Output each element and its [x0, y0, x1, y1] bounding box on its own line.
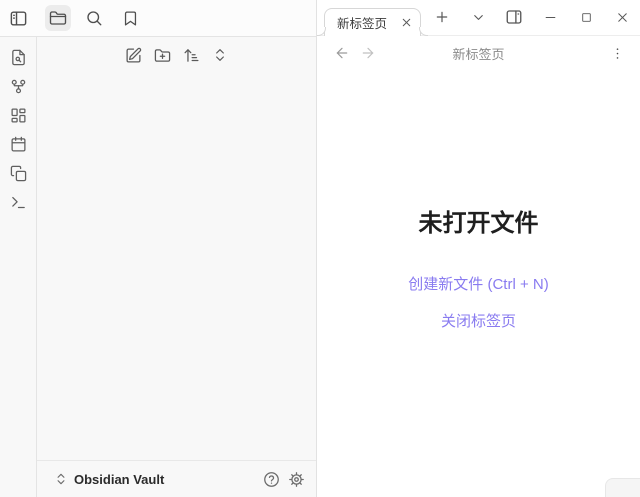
chevrons-up-down-icon [216, 49, 224, 61]
navigate-forward-button[interactable] [357, 41, 379, 65]
create-new-file-link[interactable]: 创建新文件 (Ctrl + N) [408, 273, 548, 294]
new-note-button[interactable] [121, 44, 145, 66]
tab-file-explorer[interactable] [45, 5, 71, 31]
layout-dashboard-icon [10, 107, 26, 123]
tab-search[interactable] [81, 5, 107, 31]
tab-bookmarks[interactable] [117, 5, 143, 31]
tabbar-actions [431, 0, 633, 35]
view-title: 新标签页 [452, 46, 505, 62]
status-bar [605, 478, 640, 497]
ribbon [0, 37, 37, 497]
close-icon [617, 12, 627, 22]
copy-icon [10, 165, 26, 181]
tab-title: 新标签页 [337, 17, 388, 31]
collapse-all-button[interactable] [208, 44, 232, 66]
more-options-button[interactable] [606, 41, 628, 65]
file-search-icon [11, 49, 25, 65]
empty-state-heading: 未打开文件 [418, 210, 539, 237]
tab-new-tab[interactable]: 新标签页 [317, 8, 428, 36]
folder-icon [49, 11, 67, 25]
square-pen-icon [125, 47, 141, 63]
close-tab-link[interactable]: 关闭标签页 [441, 310, 516, 331]
vault-switcher-row[interactable]: Obsidian Vault [37, 460, 316, 497]
minimize-icon [545, 16, 555, 18]
new-tab-button[interactable] [431, 5, 453, 29]
tab-list-button[interactable] [467, 5, 489, 29]
window-maximize-button[interactable] [575, 5, 597, 29]
quick-switcher-button[interactable] [6, 48, 30, 66]
chevrons-up-down-icon [57, 473, 65, 485]
file-explorer-pane: Obsidian Vault [37, 37, 316, 497]
arrow-left-icon [336, 47, 348, 59]
toggle-right-sidebar-button[interactable] [503, 5, 525, 29]
help-button[interactable] [261, 469, 281, 489]
sidebar-header [37, 0, 316, 37]
templates-button[interactable] [6, 164, 30, 182]
navigate-back-button[interactable] [331, 41, 353, 65]
vault-name[interactable]: Obsidian Vault [74, 472, 164, 487]
arrow-right-icon [362, 47, 374, 59]
left-panel: Obsidian Vault [0, 0, 317, 497]
window-close-button[interactable] [611, 5, 633, 29]
search-icon [87, 11, 102, 26]
tab-close-button[interactable] [400, 16, 413, 29]
file-explorer-toolbar [37, 37, 316, 66]
file-list-empty-area[interactable] [37, 66, 316, 460]
bookmark-icon [124, 10, 136, 26]
maximize-icon [581, 12, 591, 22]
graph-view-button[interactable] [6, 77, 30, 95]
close-icon [402, 18, 411, 27]
chevron-down-icon [473, 14, 483, 20]
window-minimize-button[interactable] [539, 5, 561, 29]
folder-plus-icon [154, 48, 170, 62]
daily-note-button[interactable] [6, 135, 30, 153]
plus-icon [436, 11, 448, 23]
terminal-icon [11, 196, 25, 208]
tab-bar: 新标签页 [317, 0, 640, 36]
graph-icon [11, 79, 25, 93]
help-circle-icon [263, 471, 279, 487]
panel-right-icon [506, 10, 522, 24]
view-header: 新标签页 [317, 36, 640, 70]
panel-left-icon [10, 10, 27, 26]
sort-ascending-icon [183, 48, 199, 62]
sort-order-button[interactable] [179, 44, 203, 66]
calendar-icon [10, 136, 26, 152]
main-pane: 新标签页 新标签页 未打开文件 创建新文件 (Ctrl + N) 关闭标签页 [317, 0, 640, 497]
ribbon-header [0, 0, 37, 37]
vault-switcher-button[interactable] [53, 469, 69, 489]
new-folder-button[interactable] [150, 44, 174, 66]
obsidian-window: Obsidian Vault 新标签页 新标签页 未打开文件 创建新文件 (Ct… [0, 0, 640, 497]
settings-button[interactable] [286, 469, 306, 489]
nav-arrows [331, 41, 379, 65]
empty-state: 未打开文件 创建新文件 (Ctrl + N) 关闭标签页 [317, 70, 640, 497]
canvas-button[interactable] [6, 106, 30, 124]
command-palette-button[interactable] [6, 193, 30, 211]
kebab-menu-icon [616, 47, 618, 59]
toggle-left-sidebar-button[interactable] [6, 5, 32, 31]
gear-icon [288, 471, 304, 487]
